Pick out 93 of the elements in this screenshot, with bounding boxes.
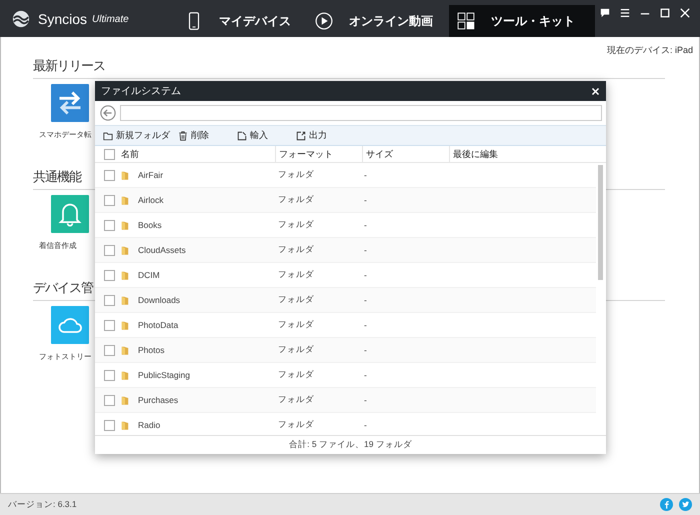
- checkbox[interactable]: [104, 220, 115, 230]
- facebook-icon[interactable]: [660, 498, 673, 511]
- tool-tile[interactable]: [51, 84, 89, 122]
- table-cell: フォルダ: [278, 344, 314, 354]
- folder-icon: [121, 195, 129, 205]
- folder-icon: [121, 395, 129, 405]
- table-cell: -: [364, 320, 367, 330]
- feedback-icon[interactable]: [600, 8, 610, 18]
- table-cell: フォルダ: [278, 169, 314, 179]
- export-icon: [296, 130, 306, 140]
- table-cell: Books: [138, 220, 162, 230]
- table-cell: フォルダ: [278, 244, 314, 254]
- tool-tile[interactable]: [51, 195, 89, 233]
- table-cell: フォルダ: [278, 219, 314, 229]
- logo-icon: [12, 10, 30, 28]
- close-icon[interactable]: [591, 86, 600, 96]
- table-cell: Airlock: [138, 195, 164, 205]
- table-cell: -: [364, 420, 367, 430]
- table-cell: PhotoData: [138, 320, 178, 330]
- toolbar-button[interactable]: 削除: [176, 128, 211, 144]
- table-cell: フォルダ: [278, 319, 314, 329]
- table-cell: フォルダ: [278, 294, 314, 304]
- section-title: 最新リリース: [33, 57, 665, 79]
- folder-icon: [121, 220, 129, 230]
- toolbar-button[interactable]: 輸入: [235, 128, 270, 144]
- checkbox[interactable]: [104, 294, 115, 306]
- column-header[interactable]: フォーマット: [275, 146, 362, 162]
- table-cell: フォルダ: [278, 269, 314, 279]
- table-cell: フォルダ: [278, 419, 314, 429]
- checkbox[interactable]: [104, 394, 115, 406]
- checkbox[interactable]: [104, 270, 115, 280]
- table-cell: -: [364, 245, 367, 255]
- current-device: 現在のデバイス: iPad: [606, 44, 693, 57]
- folder-icon: [121, 345, 129, 355]
- folder-icon: [121, 245, 129, 255]
- table-cell: -: [364, 345, 367, 355]
- table-cell: フォルダ: [278, 394, 314, 404]
- nav-tab[interactable]: オンライン動画: [307, 5, 443, 37]
- folder-icon: [121, 170, 129, 180]
- toolbar-button[interactable]: 出力: [294, 128, 329, 144]
- table-cell: Purchases: [138, 395, 178, 405]
- folder-icon: [121, 320, 129, 330]
- column-header[interactable]: 最後に編集: [449, 146, 606, 162]
- checkbox[interactable]: [104, 370, 115, 380]
- import-icon: [237, 130, 247, 140]
- checkbox[interactable]: [104, 194, 115, 206]
- grid-icon: [457, 12, 475, 30]
- tool-tile[interactable]: [51, 306, 89, 344]
- app-name: Syncios: [38, 10, 88, 26]
- table-cell: -: [364, 295, 367, 305]
- maximize-icon[interactable]: [660, 8, 670, 18]
- table-cell: CloudAssets: [138, 245, 186, 255]
- checkbox[interactable]: [104, 244, 115, 256]
- checkbox[interactable]: [104, 148, 115, 160]
- column-header[interactable]: サイズ: [362, 146, 449, 162]
- menu-icon[interactable]: [620, 8, 630, 18]
- play-icon: [315, 12, 333, 30]
- table-cell: Photos: [138, 345, 164, 355]
- trash-icon: [178, 130, 188, 140]
- back-icon[interactable]: [100, 105, 116, 121]
- table-cell: Radio: [138, 420, 160, 430]
- table-cell: -: [364, 170, 367, 180]
- scrollbar-thumb[interactable]: [598, 165, 603, 280]
- close-icon[interactable]: [680, 8, 690, 18]
- table-cell: フォルダ: [278, 194, 314, 204]
- column-header[interactable]: 名前: [120, 146, 275, 162]
- table-cell: -: [364, 195, 367, 205]
- table-cell: PublicStaging: [138, 370, 190, 380]
- summary-text: 合計: 5 ファイル、19 フォルダ: [289, 439, 412, 451]
- nav-tab[interactable]: マイデバイス: [177, 5, 301, 37]
- folder-icon: [121, 370, 129, 380]
- path-field[interactable]: [120, 105, 602, 121]
- table-cell: -: [364, 395, 367, 405]
- table-cell: AirFair: [138, 170, 164, 180]
- table-cell: DCIM: [138, 270, 160, 280]
- checkbox[interactable]: [104, 170, 115, 180]
- version-label: バージョン: 6.3.1: [8, 498, 77, 510]
- toolbar-button[interactable]: 新規フォルダ: [101, 128, 172, 144]
- nav-tab[interactable]: ツール・キット: [449, 5, 595, 37]
- table-cell: -: [364, 270, 367, 280]
- folder-icon: [103, 130, 113, 140]
- table-cell: フォルダ: [278, 369, 314, 379]
- folder-icon: [121, 420, 129, 430]
- folder-icon: [121, 295, 129, 305]
- dialog-title: ファイルシステム: [101, 85, 181, 98]
- checkbox[interactable]: [104, 344, 115, 356]
- table-cell: -: [364, 220, 367, 230]
- table-cell: -: [364, 370, 367, 380]
- bird-icon[interactable]: [679, 498, 692, 511]
- checkbox[interactable]: [104, 320, 115, 330]
- checkbox[interactable]: [104, 420, 115, 430]
- app-edition: Ultimate: [92, 14, 129, 25]
- folder-icon: [121, 270, 129, 280]
